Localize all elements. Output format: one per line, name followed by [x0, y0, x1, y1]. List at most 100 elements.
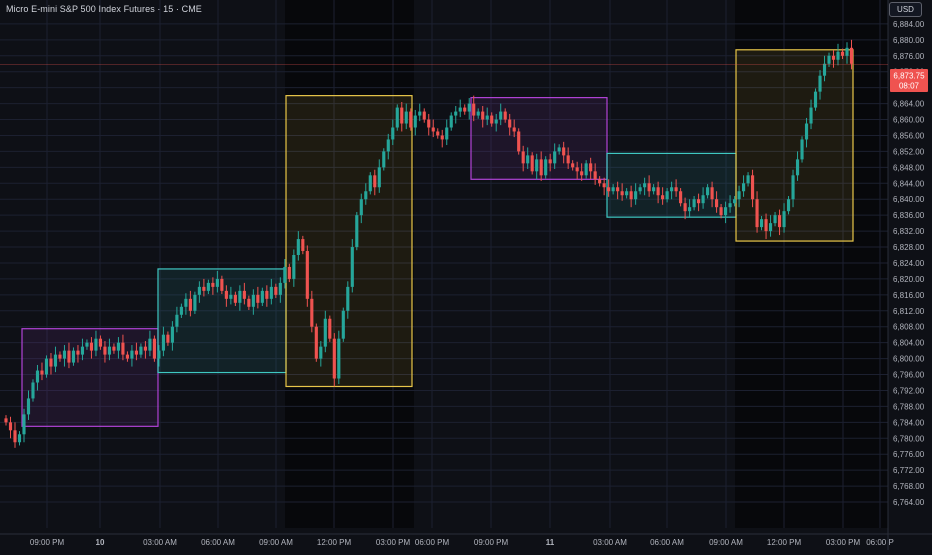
candle-body — [161, 334, 165, 351]
y-tick-label: 6,856.00 — [893, 131, 925, 140]
candle-body — [418, 111, 422, 116]
y-tick-label: 6,844.00 — [893, 179, 925, 188]
candle-body — [292, 255, 296, 279]
candle-body — [314, 326, 318, 359]
candle-body — [741, 183, 746, 192]
candle-body — [233, 294, 237, 303]
candle-body — [508, 119, 512, 128]
y-tick-label: 6,828.00 — [893, 243, 925, 252]
candle-body — [548, 159, 552, 164]
candlestick-chart[interactable]: 6,764.00 6,768.00 6,772.00 6,776.00 6,780.00… — [0, 0, 932, 550]
candle-body — [625, 191, 629, 196]
candle-body — [481, 111, 485, 120]
candle-body — [35, 370, 40, 383]
candle-body — [220, 278, 224, 291]
candle-body — [436, 131, 440, 136]
candle-body — [476, 111, 480, 116]
candle-body — [571, 163, 575, 168]
candle-body — [112, 346, 116, 351]
candle-body — [566, 155, 570, 164]
candle-body — [323, 318, 327, 347]
x-tick-label: 03:00 PM — [826, 538, 861, 547]
candle-body — [148, 338, 152, 351]
candle-body — [179, 306, 183, 315]
price-axis[interactable]: 6,764.00 6,768.00 6,772.00 6,776.00 6,780.00… — [893, 20, 925, 507]
candle-body — [278, 282, 282, 295]
y-tick-label: 6,792.00 — [893, 386, 925, 395]
candle-body — [530, 155, 534, 172]
currency-button[interactable]: USD — [889, 2, 922, 17]
price-badge-countdown: 08:07 — [899, 82, 920, 91]
candle-body — [404, 111, 408, 124]
chart-area[interactable]: 6,764.00 6,768.00 6,772.00 6,776.00 6,780.00… — [0, 0, 932, 550]
candle-body — [206, 282, 210, 291]
x-tick-label: 03:00 PM — [376, 538, 411, 547]
candle-body — [188, 298, 192, 311]
candle-body — [143, 346, 147, 351]
candle-body — [17, 434, 22, 443]
candle-body — [386, 139, 390, 152]
candle-body — [715, 199, 719, 208]
candle-body — [809, 107, 813, 124]
candle-body — [445, 127, 449, 140]
y-tick-label: 6,852.00 — [893, 147, 925, 156]
candle-body — [607, 187, 611, 192]
candle-body — [170, 326, 174, 343]
y-tick-label: 6,884.00 — [893, 20, 925, 29]
candle-body — [157, 350, 161, 359]
candle-body — [80, 346, 85, 355]
candle-body — [620, 191, 624, 196]
x-tick-label: 09:00 AM — [259, 538, 293, 547]
candle-body — [665, 191, 669, 200]
y-tick-label: 6,800.00 — [893, 355, 925, 364]
candle-body — [764, 219, 768, 232]
candle-body — [350, 247, 354, 287]
candle-body — [134, 350, 138, 355]
candle-body — [661, 195, 665, 200]
candle-body — [602, 183, 606, 188]
candle-body — [184, 298, 188, 307]
candle-body — [224, 290, 228, 299]
y-tick-label: 6,836.00 — [893, 211, 925, 220]
candle-body — [719, 207, 723, 216]
price-badge-price: 6,873.75 — [893, 72, 925, 81]
candle-body — [539, 159, 543, 176]
candle-body — [31, 382, 35, 399]
y-tick-label: 6,796.00 — [893, 371, 925, 380]
candle-body — [575, 167, 579, 172]
candle-body — [458, 107, 462, 112]
candle-body — [373, 175, 377, 188]
x-tick-label: 12:00 PM — [317, 538, 352, 547]
candle-body — [737, 191, 741, 200]
candle-body — [750, 175, 755, 200]
candle-body — [454, 111, 458, 116]
candle-body — [305, 251, 309, 299]
candle-body — [287, 266, 291, 279]
candle-body — [49, 358, 53, 367]
candle-body — [139, 346, 143, 355]
chart-title: Micro E-mini S&P 500 Index Futures · 15 … — [6, 4, 202, 14]
x-tick-label: 09:00 AM — [709, 538, 743, 547]
x-tick-label: 09:00 PM — [30, 538, 65, 547]
candle-body — [229, 294, 233, 299]
y-tick-label: 6,764.00 — [893, 498, 925, 507]
candle-body — [670, 187, 674, 192]
candle-body — [773, 215, 777, 224]
candle-body — [782, 211, 786, 228]
time-axis[interactable]: 09:00 PM 10 03:00 AM 06:00 AM 09:00 AM 12:00 … — [30, 538, 894, 547]
candle-body — [166, 334, 170, 343]
candle-body — [849, 47, 854, 64]
candle-body — [535, 159, 539, 172]
y-tick-label: 6,824.00 — [893, 259, 925, 268]
candle-body — [116, 342, 121, 351]
x-tick-label: 06:00 AM — [201, 538, 235, 547]
candle-body — [319, 346, 323, 359]
candle-body — [512, 127, 516, 132]
candle-body — [688, 207, 692, 212]
candle-body — [301, 239, 305, 252]
candle-body — [62, 350, 67, 359]
candle-body — [584, 163, 588, 176]
candle-body — [768, 223, 773, 232]
y-tick-label: 6,848.00 — [893, 163, 925, 172]
candle-body — [499, 111, 503, 120]
